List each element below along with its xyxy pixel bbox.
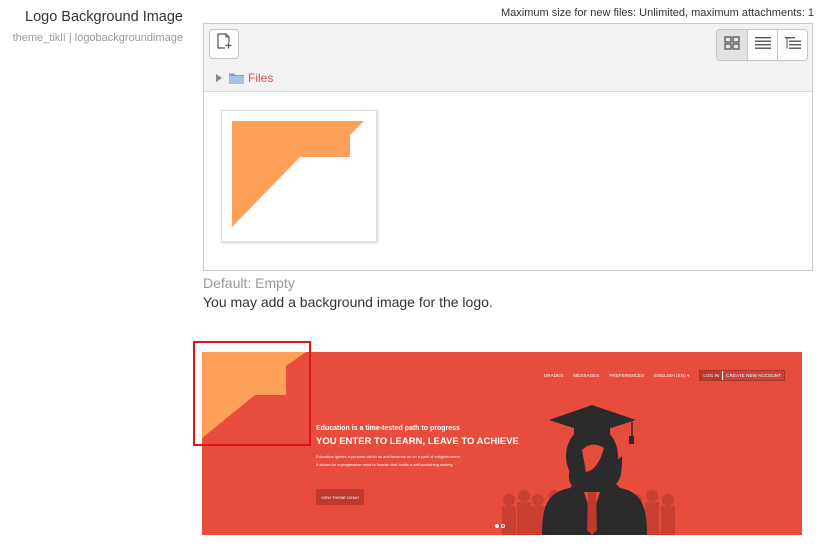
preview-paragraph-line: It allows for a progressive mind to flou…: [316, 462, 454, 467]
preview-nav-item: PREFERENCES: [609, 373, 645, 378]
preview-login: LOG IN: [700, 371, 724, 380]
folder-icon: [229, 71, 244, 89]
view-details-button[interactable]: [747, 30, 777, 60]
preview-login-group: LOG IN CREATE NEW ACCOUNT: [699, 370, 785, 381]
preview-nav: GRADES MESSAGES PREFERENCES ENGLISH (EN)…: [544, 370, 785, 381]
preview-nav-item: MESSAGES: [573, 373, 600, 378]
add-file-icon: [216, 33, 232, 55]
preview-nav-item: GRADES: [543, 373, 564, 378]
setting-title: Logo Background Image: [25, 9, 183, 25]
max-size-info: Maximum size for new files: Unlimited, m…: [501, 7, 814, 19]
setting-description: You may add a background image for the l…: [203, 294, 493, 310]
file-path-bar: Files: [204, 65, 812, 92]
preview-demo-button: VIEW THEME DEMO: [316, 489, 364, 505]
preview-carousel-dots: [495, 524, 505, 528]
graduate-silhouette: [542, 405, 647, 535]
view-mode-group: [716, 29, 808, 61]
file-manager-toolbar: [204, 24, 812, 66]
grid-view-icon: [724, 35, 740, 55]
expand-arrow-icon[interactable]: [216, 74, 222, 82]
path-files-link[interactable]: Files: [248, 71, 273, 85]
view-icons-button[interactable]: [717, 30, 747, 60]
setting-subtitle: theme_tiklí | logobackgroundimage: [12, 32, 183, 44]
preview-heading-large: YOU ENTER TO LEARN, LEAVE TO ACHIEVE: [316, 436, 519, 447]
add-file-button[interactable]: [209, 29, 239, 59]
preview-create-account: CREATE NEW ACCOUNT: [723, 371, 784, 380]
view-tree-button[interactable]: [777, 30, 807, 60]
preview-heading-small: Education is a time-tested path to progr…: [316, 425, 460, 432]
preview-paragraph-line: Education ignites a purpose within us an…: [316, 454, 461, 459]
default-value: Default: Empty: [203, 275, 295, 291]
logo-thumbnail-image: [232, 121, 364, 227]
file-thumbnail[interactable]: [221, 110, 377, 242]
tree-view-icon: [784, 36, 801, 54]
preview-nav-item: ENGLISH (EN) ▾: [654, 372, 690, 378]
logo-highlight-box: [193, 341, 311, 446]
file-manager: Files: [203, 23, 813, 271]
list-view-icon: [754, 36, 771, 54]
